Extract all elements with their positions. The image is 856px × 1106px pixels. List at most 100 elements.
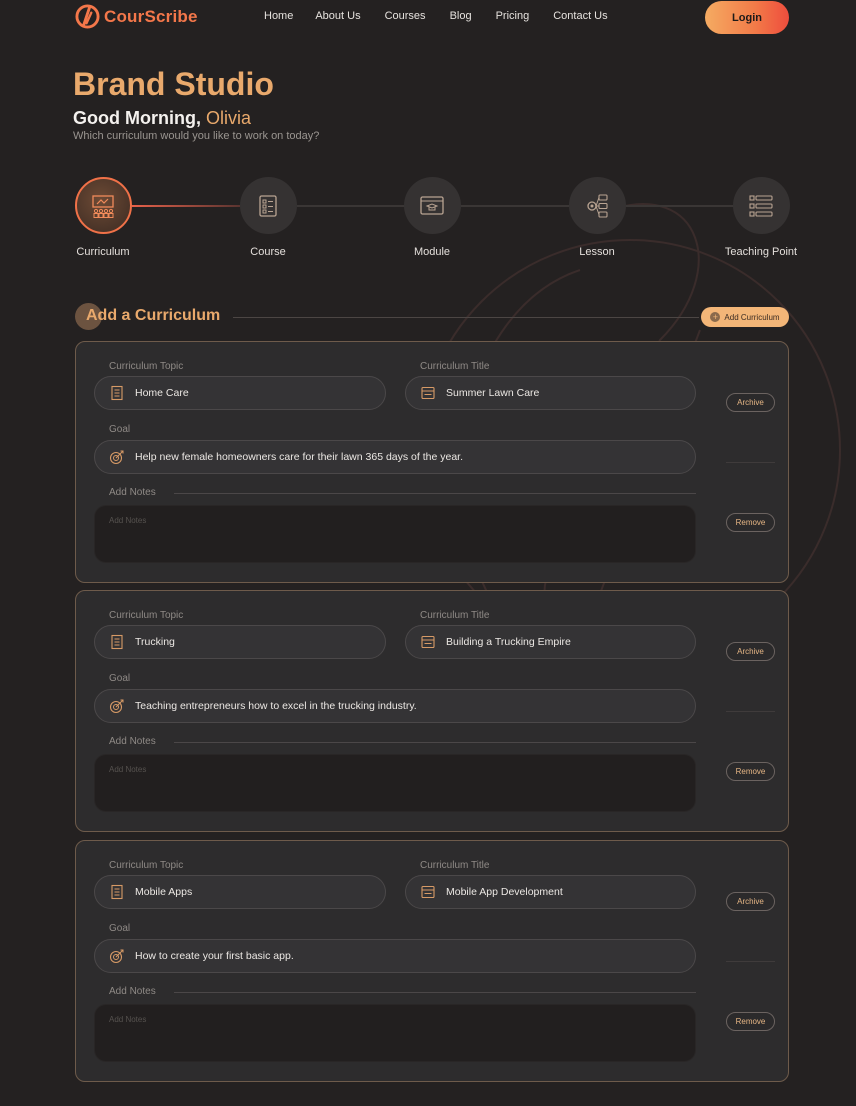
step-lesson[interactable]: Lesson — [547, 177, 647, 259]
notes-label: Add Notes — [109, 736, 156, 747]
divider — [233, 317, 699, 318]
target-icon — [109, 449, 125, 465]
notes-textarea[interactable]: Add Notes — [94, 1004, 696, 1062]
notes-textarea[interactable]: Add Notes — [94, 505, 696, 563]
book-icon — [420, 385, 436, 401]
divider — [174, 742, 696, 743]
brand-name: CourScribe — [104, 6, 198, 26]
step-curriculum[interactable]: Curriculum — [53, 177, 153, 259]
title-label: Curriculum Title — [420, 361, 490, 372]
goal-field[interactable]: How to create your first basic app. — [94, 939, 696, 973]
topic-label: Curriculum Topic — [109, 361, 184, 372]
target-icon — [109, 948, 125, 964]
title-field[interactable]: Summer Lawn Care — [405, 376, 696, 410]
step-course[interactable]: Course — [218, 177, 318, 259]
step-circle — [239, 177, 297, 234]
goal-value: Teaching entrepreneurs how to excel in t… — [135, 700, 417, 712]
notes-label: Add Notes — [109, 487, 156, 498]
top-navigation: CourScribe Home About Us Courses Blog Pr… — [0, 0, 856, 36]
step-circle — [568, 177, 626, 234]
greeting-subtitle: Which curriculum would you like to work … — [73, 130, 320, 142]
goal-field[interactable]: Teaching entrepreneurs how to excel in t… — [94, 689, 696, 723]
goal-label: Goal — [109, 424, 131, 435]
remove-button[interactable]: Remove — [726, 1012, 775, 1031]
nav-link-pricing[interactable]: Pricing — [496, 10, 530, 22]
nav-link-about-us[interactable]: About Us — [315, 10, 360, 22]
topic-value: Home Care — [135, 387, 189, 399]
topic-field[interactable]: Trucking — [94, 625, 386, 659]
add-curriculum-label: Add Curriculum — [724, 312, 780, 322]
section-title: Add a Curriculum — [86, 307, 221, 324]
title-field[interactable]: Mobile App Development — [405, 875, 696, 909]
goal-label: Goal — [109, 923, 131, 934]
step-label: Teaching Point — [724, 246, 798, 258]
goal-value: Help new female homeowners care for thei… — [135, 451, 464, 463]
topic-label: Curriculum Topic — [109, 610, 184, 621]
teaching-point-icon — [749, 194, 773, 217]
divider — [726, 462, 775, 463]
goal-field[interactable]: Help new female homeowners care for thei… — [94, 440, 696, 474]
book-icon — [420, 634, 436, 650]
remove-button[interactable]: Remove — [726, 513, 775, 532]
greeting-prefix: Good Morning, — [73, 108, 206, 128]
divider — [726, 961, 775, 962]
title-value: Summer Lawn Care — [446, 387, 540, 399]
goal-value: How to create your first basic app. — [135, 950, 294, 962]
notes-label: Add Notes — [109, 986, 156, 997]
divider — [174, 493, 696, 494]
title-field[interactable]: Building a Trucking Empire — [405, 625, 696, 659]
document-icon — [109, 385, 125, 401]
curriculum-card: Curriculum Topic Curriculum Title Trucki… — [75, 590, 789, 832]
topic-label: Curriculum Topic — [109, 860, 184, 871]
course-icon — [259, 194, 277, 217]
step-teaching-point[interactable]: Teaching Point — [711, 177, 811, 259]
plus-icon: + — [710, 312, 721, 322]
nav-links: Home About Us Courses Blog Pricing Conta… — [264, 10, 632, 22]
login-button[interactable]: Login — [705, 1, 789, 34]
step-circle — [74, 177, 132, 234]
lesson-icon — [587, 193, 608, 218]
step-circle — [403, 177, 461, 234]
courscribe-logo-icon — [75, 4, 100, 29]
topic-field[interactable]: Home Care — [94, 376, 386, 410]
step-module[interactable]: Module — [382, 177, 482, 259]
step-label: Course — [250, 246, 286, 258]
user-name: Olivia — [205, 108, 251, 128]
curriculum-card: Curriculum Topic Curriculum Title Home C… — [75, 341, 789, 583]
curriculum-card: Curriculum Topic Curriculum Title Mobile… — [75, 840, 789, 1082]
add-curriculum-button[interactable]: + Add Curriculum — [701, 307, 789, 327]
topic-field[interactable]: Mobile Apps — [94, 875, 386, 909]
target-icon — [109, 698, 125, 714]
title-value: Building a Trucking Empire — [446, 636, 571, 648]
title-label: Curriculum Title — [420, 860, 490, 871]
remove-button[interactable]: Remove — [726, 762, 775, 781]
divider — [174, 992, 696, 993]
topic-value: Mobile Apps — [135, 886, 193, 898]
divider — [726, 711, 775, 712]
step-circle — [732, 177, 790, 234]
archive-button[interactable]: Archive — [726, 393, 775, 412]
brand-logo[interactable]: CourScribe — [75, 4, 198, 29]
document-icon — [109, 634, 125, 650]
title-value: Mobile App Development — [446, 886, 563, 898]
notes-textarea[interactable]: Add Notes — [94, 754, 696, 812]
step-label: Curriculum — [76, 246, 130, 258]
nav-link-home[interactable]: Home — [264, 10, 293, 22]
goal-label: Goal — [109, 673, 131, 684]
nav-link-courses[interactable]: Courses — [385, 10, 426, 22]
archive-button[interactable]: Archive — [726, 892, 775, 911]
document-icon — [109, 884, 125, 900]
nav-link-blog[interactable]: Blog — [450, 10, 472, 22]
page-title: Brand Studio — [73, 66, 274, 102]
add-curriculum-header: Add a Curriculum + Add Curriculum — [75, 300, 789, 332]
workflow-stepper: Curriculum Course Module Lesson Teaching… — [74, 177, 797, 277]
topic-value: Trucking — [135, 636, 175, 648]
archive-button[interactable]: Archive — [726, 642, 775, 661]
curriculum-icon — [92, 194, 114, 218]
module-icon — [420, 195, 444, 215]
step-label: Lesson — [579, 246, 615, 258]
greeting: Good Morning, Olivia — [73, 108, 251, 129]
title-label: Curriculum Title — [420, 610, 490, 621]
step-label: Module — [413, 246, 451, 258]
nav-link-contact-us[interactable]: Contact Us — [553, 10, 607, 22]
